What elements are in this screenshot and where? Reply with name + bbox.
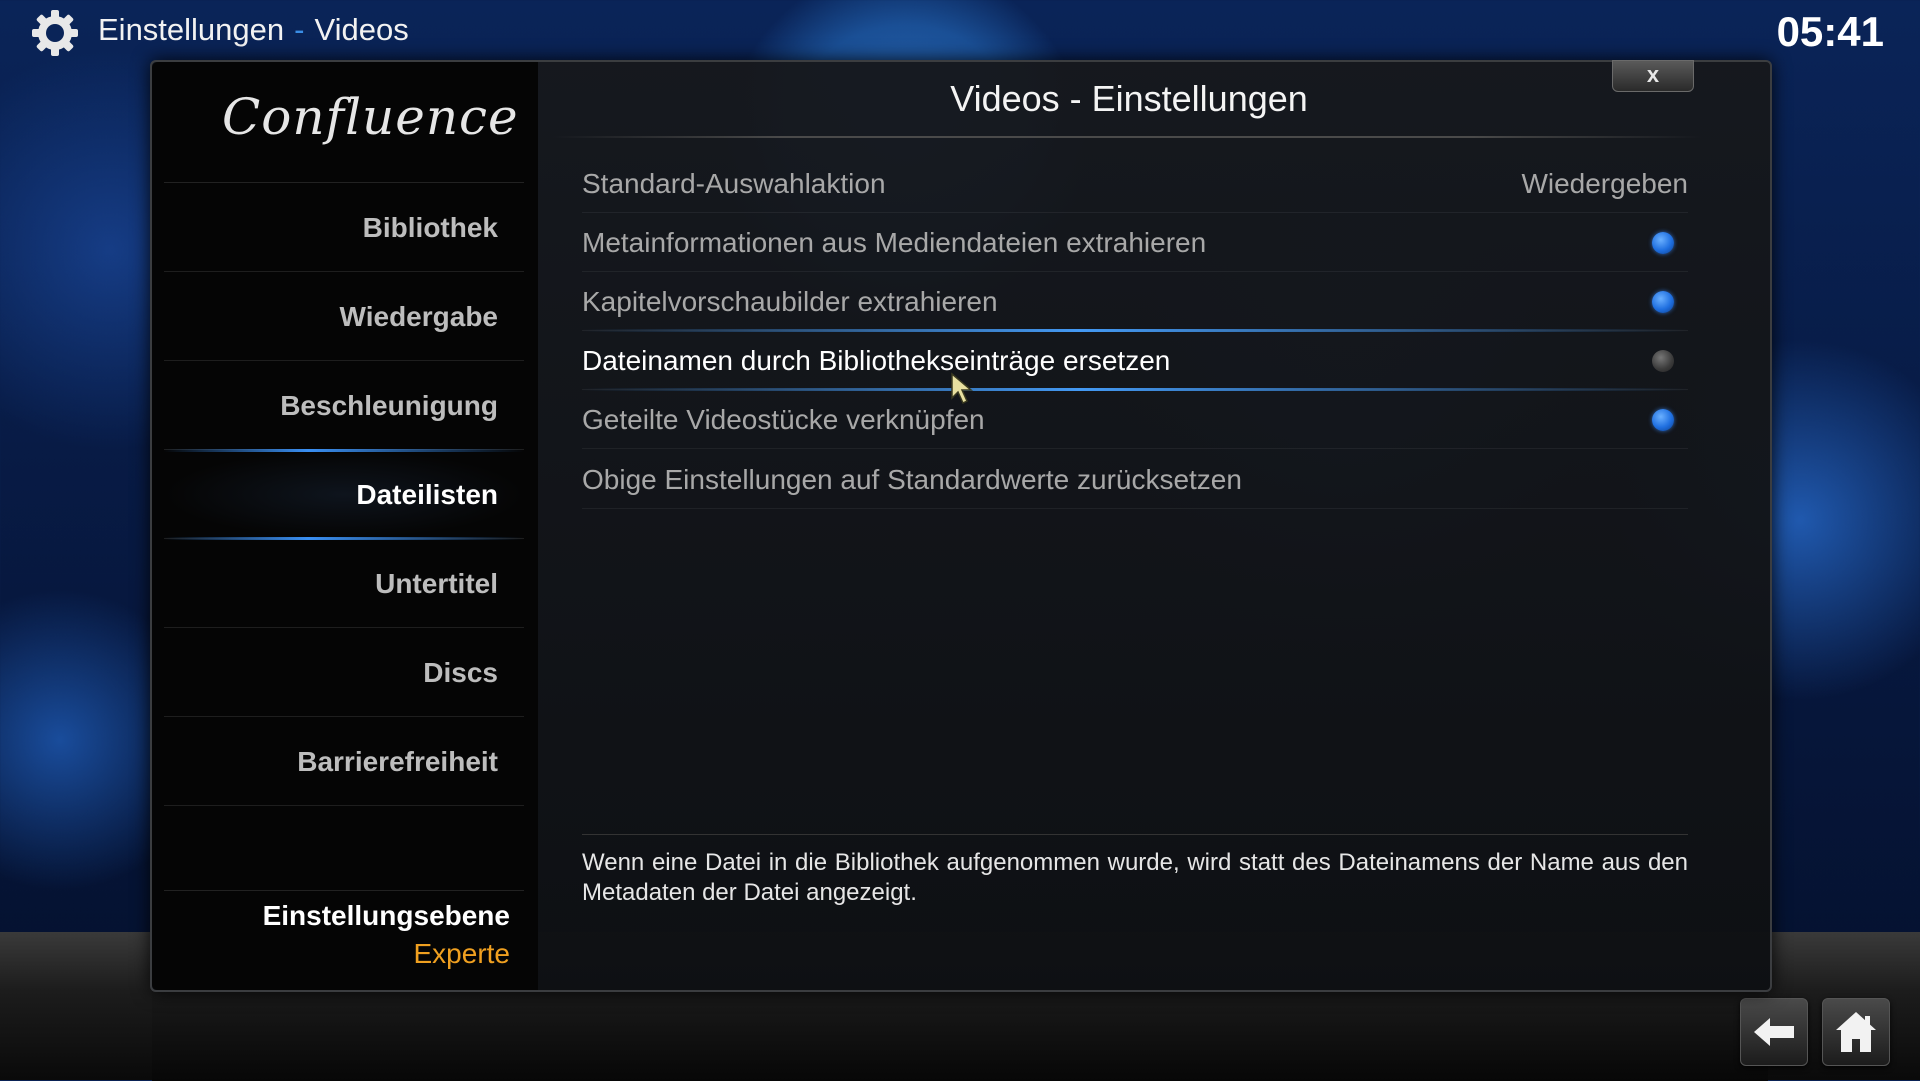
setting-description: Wenn eine Datei in die Bibliothek aufgen… <box>582 849 1688 906</box>
setting-row-dateinamen-ersetzen[interactable]: Dateinamen durch Bibliothekseinträge ers… <box>582 329 1688 391</box>
sidebar-item-discs[interactable]: Discs <box>164 629 524 717</box>
setting-row-reset-defaults[interactable]: Obige Einstellungen auf Standardwerte zu… <box>582 450 1688 509</box>
toggle-on-icon[interactable] <box>1652 232 1674 254</box>
toggle-off-icon[interactable] <box>1652 350 1674 372</box>
logo-text: Confluence <box>222 88 519 146</box>
sidebar-divider <box>164 182 524 183</box>
settings-level-value[interactable]: Experte <box>414 938 511 970</box>
title-divider <box>552 136 1702 138</box>
setting-row-videostuecke-verknuepfen[interactable]: Geteilte Videostücke verknüpfen <box>582 390 1688 449</box>
sidebar-divider <box>164 890 524 891</box>
setting-label: Kapitelvorschaubilder extrahieren <box>582 286 998 317</box>
home-button[interactable] <box>1822 998 1890 1066</box>
sidebar-item-wiedergabe[interactable]: Wiedergabe <box>164 273 524 361</box>
toggle-on-icon[interactable] <box>1652 291 1674 313</box>
dialog-title: Videos - Einstellungen <box>950 78 1308 119</box>
back-arrow-icon <box>1754 1018 1794 1046</box>
settings-level-label[interactable]: Einstellungsebene <box>263 900 510 932</box>
setting-value: Wiedergeben <box>1521 168 1688 199</box>
gear-icon <box>32 10 78 56</box>
sidebar-item-dateilisten[interactable]: Dateilisten <box>164 449 524 540</box>
sidebar-item-beschleunigung[interactable]: Beschleunigung <box>164 362 524 450</box>
setting-label: Obige Einstellungen auf Standardwerte zu… <box>582 464 1242 495</box>
settings-dialog: Confluence Bibliothek Wiedergabe Beschle… <box>150 60 1772 992</box>
setting-label: Dateinamen durch Bibliothekseinträge ers… <box>582 345 1171 376</box>
setting-label: Metainformationen aus Mediendateien extr… <box>582 227 1207 258</box>
sidebar-item-untertitel[interactable]: Untertitel <box>164 540 524 628</box>
breadcrumb-subsection: Videos <box>314 12 409 47</box>
description-divider <box>582 834 1688 835</box>
breadcrumb-separator: - <box>294 12 305 47</box>
back-button[interactable] <box>1740 998 1808 1066</box>
breadcrumb: Einstellungen - Videos <box>98 12 409 48</box>
home-icon <box>1836 1012 1876 1052</box>
mouse-cursor-icon <box>951 372 974 405</box>
top-bar: Einstellungen - Videos 05:41 <box>0 0 1920 62</box>
setting-label: Geteilte Videostücke verknüpfen <box>582 404 985 435</box>
setting-label: Standard-Auswahlaktion <box>582 168 886 199</box>
bottom-bar <box>152 990 1768 1081</box>
toggle-on-icon[interactable] <box>1652 409 1674 431</box>
sidebar-item-barrierefreiheit[interactable]: Barrierefreiheit <box>164 718 524 806</box>
confluence-logo: Confluence <box>222 88 519 178</box>
sidebar-item-bibliothek[interactable]: Bibliothek <box>164 184 524 272</box>
setting-row-metainformationen[interactable]: Metainformationen aus Mediendateien extr… <box>582 213 1688 272</box>
setting-row-standard-auswahlaktion[interactable]: Standard-Auswahlaktion Wiedergeben <box>582 154 1688 213</box>
setting-row-kapitelvorschaubilder[interactable]: Kapitelvorschaubilder extrahieren <box>582 272 1688 331</box>
breadcrumb-section: Einstellungen <box>98 12 285 47</box>
clock: 05:41 <box>1776 8 1884 55</box>
sidebar: Confluence Bibliothek Wiedergabe Beschle… <box>152 62 538 990</box>
